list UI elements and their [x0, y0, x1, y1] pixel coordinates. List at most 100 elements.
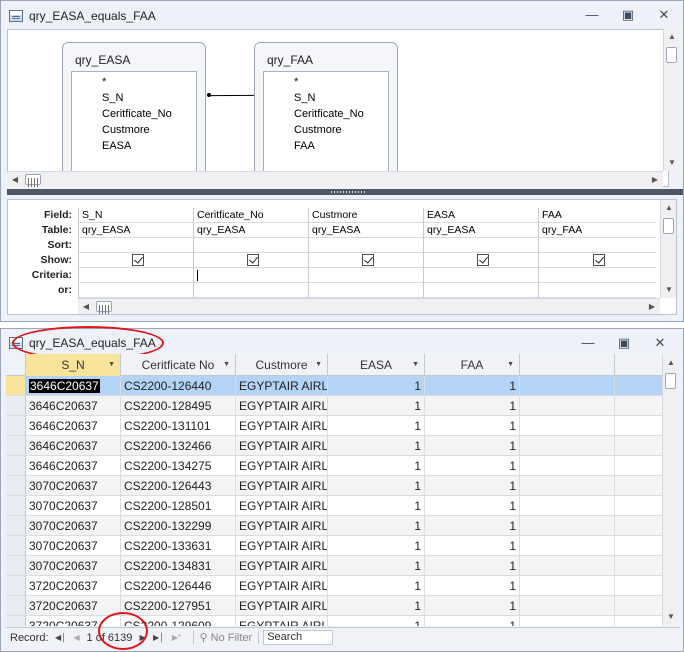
scroll-thumb[interactable]: [665, 373, 676, 389]
table-row[interactable]: 3646C20637 CS2200-134275 EGYPTAIR AIRLI 1 1: [6, 456, 664, 476]
faa-cell[interactable]: 1: [425, 476, 520, 496]
custmore-cell[interactable]: EGYPTAIR AIRLI: [236, 456, 328, 476]
row-selector[interactable]: [6, 596, 26, 616]
table-cell[interactable]: qry_EASA: [194, 223, 308, 238]
criteria-cell[interactable]: [79, 268, 193, 283]
field-cell[interactable]: EASA: [424, 208, 538, 223]
field-cell[interactable]: S_N: [79, 208, 193, 223]
sort-cell[interactable]: [539, 238, 656, 253]
sn-cell[interactable]: 3646C20637: [26, 396, 121, 416]
easa-cell[interactable]: 1: [328, 396, 425, 416]
row-selector[interactable]: [6, 476, 26, 496]
restore-icon[interactable]: ▣: [621, 7, 635, 23]
table-row[interactable]: 3646C20637 CS2200-128495 EGYPTAIR AIRLI 1 1: [6, 396, 664, 416]
sn-cell[interactable]: 3720C20637: [26, 576, 121, 596]
or-cell[interactable]: [424, 283, 538, 298]
or-cell[interactable]: [309, 283, 423, 298]
easa-cell[interactable]: 1: [328, 556, 425, 576]
search-input[interactable]: Search: [263, 630, 334, 645]
field-item[interactable]: *: [72, 74, 196, 90]
field-item[interactable]: FAA: [264, 138, 388, 154]
sn-cell[interactable]: 3646C20637: [26, 376, 121, 396]
scroll-up-icon[interactable]: ▲: [664, 29, 680, 45]
row-selector[interactable]: [6, 396, 26, 416]
certificate-cell[interactable]: CS2200-132466: [121, 436, 236, 456]
easa-cell[interactable]: 1: [328, 596, 425, 616]
row-selector[interactable]: [6, 516, 26, 536]
custmore-cell[interactable]: EGYPTAIR AIRLI: [236, 596, 328, 616]
faa-cell[interactable]: 1: [425, 556, 520, 576]
scroll-left-icon[interactable]: ◀: [7, 172, 23, 188]
sort-cell[interactable]: [309, 238, 423, 253]
query-design-grid[interactable]: Field: Table: Sort: Show: Criteria: or: …: [7, 199, 677, 315]
grid-vertical-scrollbar[interactable]: ▲ ▼: [660, 200, 676, 298]
custmore-cell[interactable]: EGYPTAIR AIRLI: [236, 396, 328, 416]
table-box-qry-easa[interactable]: qry_EASA * S_N Ceritficate_No Custmore E…: [62, 42, 206, 186]
custmore-cell[interactable]: EGYPTAIR AIRLI: [236, 556, 328, 576]
sn-cell[interactable]: 3646C20637: [26, 416, 121, 436]
certificate-cell[interactable]: CS2200-126443: [121, 476, 236, 496]
field-item[interactable]: *: [264, 74, 388, 90]
row-selector[interactable]: [6, 376, 26, 396]
certificate-cell[interactable]: CS2200-134275: [121, 456, 236, 476]
table-row[interactable]: 3646C20637 CS2200-131101 EGYPTAIR AIRLI 1 1: [6, 416, 664, 436]
criteria-cell[interactable]: [194, 268, 308, 283]
easa-cell[interactable]: 1: [328, 416, 425, 436]
minimize-icon[interactable]: —: [581, 335, 595, 351]
field-item[interactable]: Ceritficate_No: [264, 106, 388, 122]
easa-cell[interactable]: 1: [328, 616, 425, 626]
sn-cell[interactable]: 3646C20637: [26, 436, 121, 456]
last-record-button[interactable]: ▶│: [153, 633, 165, 642]
chevron-down-icon[interactable]: ▼: [108, 354, 115, 376]
sn-cell[interactable]: 3070C20637: [26, 496, 121, 516]
criteria-cell[interactable]: [309, 268, 423, 283]
table-row[interactable]: 3646C20637 CS2200-126440 EGYPTAIR AIRLI 1 1: [6, 376, 664, 396]
certificate-cell[interactable]: CS2200-126446: [121, 576, 236, 596]
sort-cell[interactable]: [424, 238, 538, 253]
column-header-sn[interactable]: S_N ▼: [26, 354, 121, 376]
easa-cell[interactable]: 1: [328, 456, 425, 476]
field-cell[interactable]: FAA: [539, 208, 656, 223]
sn-cell[interactable]: 3646C20637: [26, 456, 121, 476]
faa-cell[interactable]: 1: [425, 496, 520, 516]
custmore-cell[interactable]: EGYPTAIR AIRLI: [236, 416, 328, 436]
certificate-cell[interactable]: CS2200-133631: [121, 536, 236, 556]
pane-splitter[interactable]: [7, 189, 683, 195]
field-item[interactable]: S_N: [72, 90, 196, 106]
custmore-cell[interactable]: EGYPTAIR AIRLI: [236, 516, 328, 536]
table-row[interactable]: 3720C20637 CS2200-127951 EGYPTAIR AIRLI 1 1: [6, 596, 664, 616]
or-cell[interactable]: [79, 283, 193, 298]
table-row[interactable]: 3070C20637 CS2200-128501 EGYPTAIR AIRLI 1 1: [6, 496, 664, 516]
sort-cell[interactable]: [79, 238, 193, 253]
certificate-cell[interactable]: CS2200-132299: [121, 516, 236, 536]
table-row[interactable]: 3070C20637 CS2200-126443 EGYPTAIR AIRLI 1 1: [6, 476, 664, 496]
certificate-cell[interactable]: CS2200-128501: [121, 496, 236, 516]
previous-record-button[interactable]: ◀: [71, 633, 83, 642]
table-row[interactable]: 3070C20637 CS2200-132299 EGYPTAIR AIRLI 1 1: [6, 516, 664, 536]
row-selector[interactable]: [6, 616, 26, 626]
show-checkbox[interactable]: [476, 254, 489, 266]
chevron-down-icon[interactable]: ▼: [223, 354, 230, 376]
easa-cell[interactable]: 1: [328, 436, 425, 456]
sn-cell[interactable]: 3720C20637: [26, 596, 121, 616]
select-all-corner[interactable]: [6, 354, 26, 376]
certificate-cell[interactable]: CS2200-134831: [121, 556, 236, 576]
scroll-thumb[interactable]: [663, 218, 674, 234]
faa-cell[interactable]: 1: [425, 536, 520, 556]
faa-cell[interactable]: 1: [425, 376, 520, 396]
table-row[interactable]: 3720C20637 CS2200-126446 EGYPTAIR AIRLI 1 1: [6, 576, 664, 596]
custmore-cell[interactable]: EGYPTAIR AIRLI: [236, 496, 328, 516]
faa-cell[interactable]: 1: [425, 516, 520, 536]
scroll-right-icon[interactable]: ▶: [644, 299, 660, 315]
field-item[interactable]: Custmore: [264, 122, 388, 138]
grid-horizontal-scrollbar[interactable]: ◀ ▶: [78, 298, 660, 314]
or-cell[interactable]: [194, 283, 308, 298]
faa-cell[interactable]: 1: [425, 416, 520, 436]
criteria-cell[interactable]: [424, 268, 538, 283]
minimize-icon[interactable]: —: [585, 7, 599, 23]
row-selector[interactable]: [6, 496, 26, 516]
scroll-down-icon[interactable]: ▼: [661, 282, 677, 298]
faa-cell[interactable]: 1: [425, 596, 520, 616]
table-row[interactable]: 3646C20637 CS2200-132466 EGYPTAIR AIRLI 1 1: [6, 436, 664, 456]
certificate-cell[interactable]: CS2200-131101: [121, 416, 236, 436]
